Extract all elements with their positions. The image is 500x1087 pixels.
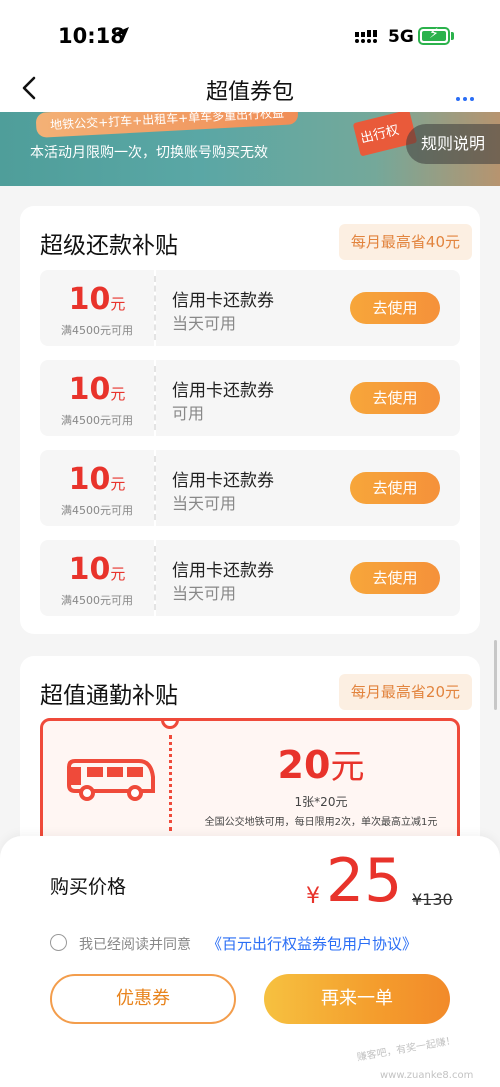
repayment-subsidy-card: 超级还款补贴 每月最高省40元 10元 满4500元可用 信用卡还款券 当天可用… (20, 206, 480, 634)
section-title: 超值通勤补贴 (40, 683, 178, 709)
price-label: 购买价格 (50, 876, 127, 898)
coupon-info-panel: 信用卡还款券 可用 去使用 (156, 360, 460, 436)
coupon-button[interactable]: 优惠券 (50, 974, 236, 1024)
coupon-amount: 10 (68, 282, 111, 317)
section-title: 超级还款补贴 (40, 233, 178, 259)
coupon-info-panel: 信用卡还款券 当天可用 去使用 (156, 540, 460, 616)
nav-bar: 超值券包 (0, 60, 500, 112)
coupon-unit: 元 (110, 565, 126, 583)
coupon-unit: 元 (110, 475, 126, 493)
coupon-availability: 可用 (172, 404, 205, 423)
coupon-name: 信用卡还款券 (172, 561, 274, 581)
coupon-item: 10元 满4500元可用 信用卡还款券 当天可用 去使用 (40, 450, 460, 526)
rules-button[interactable]: 规则说明 (406, 124, 500, 164)
sale-price: 25 (326, 846, 403, 916)
page-title: 超值券包 (205, 80, 294, 105)
coupon-info-panel: 信用卡还款券 当天可用 去使用 (156, 270, 460, 346)
coupon-value-panel: 10元 满4500元可用 (40, 540, 154, 616)
network-type: 5G (388, 27, 414, 47)
commute-unit: 元 (330, 747, 365, 787)
purchase-sheet: 购买价格 ¥ 25 ¥130 我已经阅读并同意 《百元出行权益券包用户协议》 优… (0, 836, 500, 1087)
watermark: 赚客吧，有奖一起赚！ (356, 1035, 457, 1064)
coupon-item: 10元 满4500元可用 信用卡还款券 可用 去使用 (40, 360, 460, 436)
coupon-amount: 10 (68, 552, 111, 587)
coupon-unit: 元 (110, 295, 126, 313)
commute-subsidy-card: 超值通勤补贴 每月最高省20元 20元 1张*20元 全国公交地铁可用，每日限用… (20, 656, 480, 856)
buy-again-button[interactable]: 再来一单 (264, 974, 450, 1024)
agreement-text: 我已经阅读并同意 (79, 937, 191, 953)
use-coupon-button[interactable]: 去使用 (350, 382, 440, 414)
coupon-value-panel: 10元 满4500元可用 (40, 270, 154, 346)
agreement-checkbox[interactable] (50, 934, 67, 951)
commute-description: 全国公交地铁可用，每日限用2次，单次最高立减1元 (204, 817, 438, 828)
coupon-info-panel: 信用卡还款券 当天可用 去使用 (156, 450, 460, 526)
signal-icon (355, 30, 377, 43)
coupon-availability: 当天可用 (172, 314, 237, 333)
watermark-url: www.zuanke8.com (380, 1070, 474, 1081)
ticket-perforation (169, 735, 172, 831)
use-coupon-button[interactable]: 去使用 (350, 562, 440, 594)
coupon-availability: 当天可用 (172, 584, 237, 603)
coupon-amount-wrap: 10元 (40, 372, 154, 407)
coupon-amount-wrap: 10元 (40, 552, 154, 587)
commute-spec: 1张*20元 (294, 795, 348, 809)
section-badge: 每月最高省40元 (338, 224, 472, 260)
coupon-unit: 元 (110, 385, 126, 403)
coupon-amount: 10 (68, 462, 111, 497)
commute-amount-wrap: 20元 (183, 739, 457, 788)
coupon-amount-wrap: 10元 (40, 282, 154, 317)
banner-notice: 本活动月限购一次，切换账号购买无效 (30, 145, 268, 161)
bus-icon (67, 759, 155, 801)
coupon-value-panel: 10元 满4500元可用 (40, 450, 154, 526)
more-options-icon[interactable] (453, 86, 474, 105)
section-badge: 每月最高省20元 (338, 674, 472, 710)
ticket-notch-top (161, 721, 179, 729)
currency-symbol: ¥ (306, 884, 320, 909)
agreement-link[interactable]: 《百元出行权益券包用户协议》 (207, 933, 417, 954)
use-coupon-button[interactable]: 去使用 (350, 472, 440, 504)
battery-icon: ⚡ (418, 26, 450, 45)
coupon-condition: 满4500元可用 (61, 594, 133, 607)
coupon-availability: 当天可用 (172, 494, 237, 513)
coupon-name: 信用卡还款券 (172, 471, 274, 491)
commute-coupon[interactable]: 20元 1张*20元 全国公交地铁可用，每日限用2次，单次最高立减1元 (40, 718, 460, 848)
original-price: ¥130 (412, 890, 453, 909)
battery-cap (451, 32, 454, 40)
scrollbar[interactable] (494, 640, 497, 710)
coupon-item: 10元 满4500元可用 信用卡还款券 当天可用 去使用 (40, 270, 460, 346)
status-bar: 10:18 5G ⚡ (0, 0, 500, 60)
coupon-value-panel: 10元 满4500元可用 (40, 360, 154, 436)
coupon-condition: 满4500元可用 (61, 504, 133, 517)
coupon-amount-wrap: 10元 (40, 462, 154, 497)
coupon-condition: 满4500元可用 (61, 324, 133, 337)
coupon-condition: 满4500元可用 (61, 414, 133, 427)
coupon-name: 信用卡还款券 (172, 291, 274, 311)
banner-tagline: 地铁公交+打车+出租车+单车多重出行权益 (35, 112, 299, 138)
promo-banner: 地铁公交+打车+出租车+单车多重出行权益 本活动月限购一次，切换账号购买无效 出… (0, 112, 500, 192)
location-arrow-icon (115, 27, 129, 41)
coupon-amount: 10 (68, 372, 111, 407)
use-coupon-button[interactable]: 去使用 (350, 292, 440, 324)
coupon-name: 信用卡还款券 (172, 381, 274, 401)
commute-amount: 20 (277, 743, 331, 787)
coupon-item: 10元 满4500元可用 信用卡还款券 当天可用 去使用 (40, 540, 460, 616)
